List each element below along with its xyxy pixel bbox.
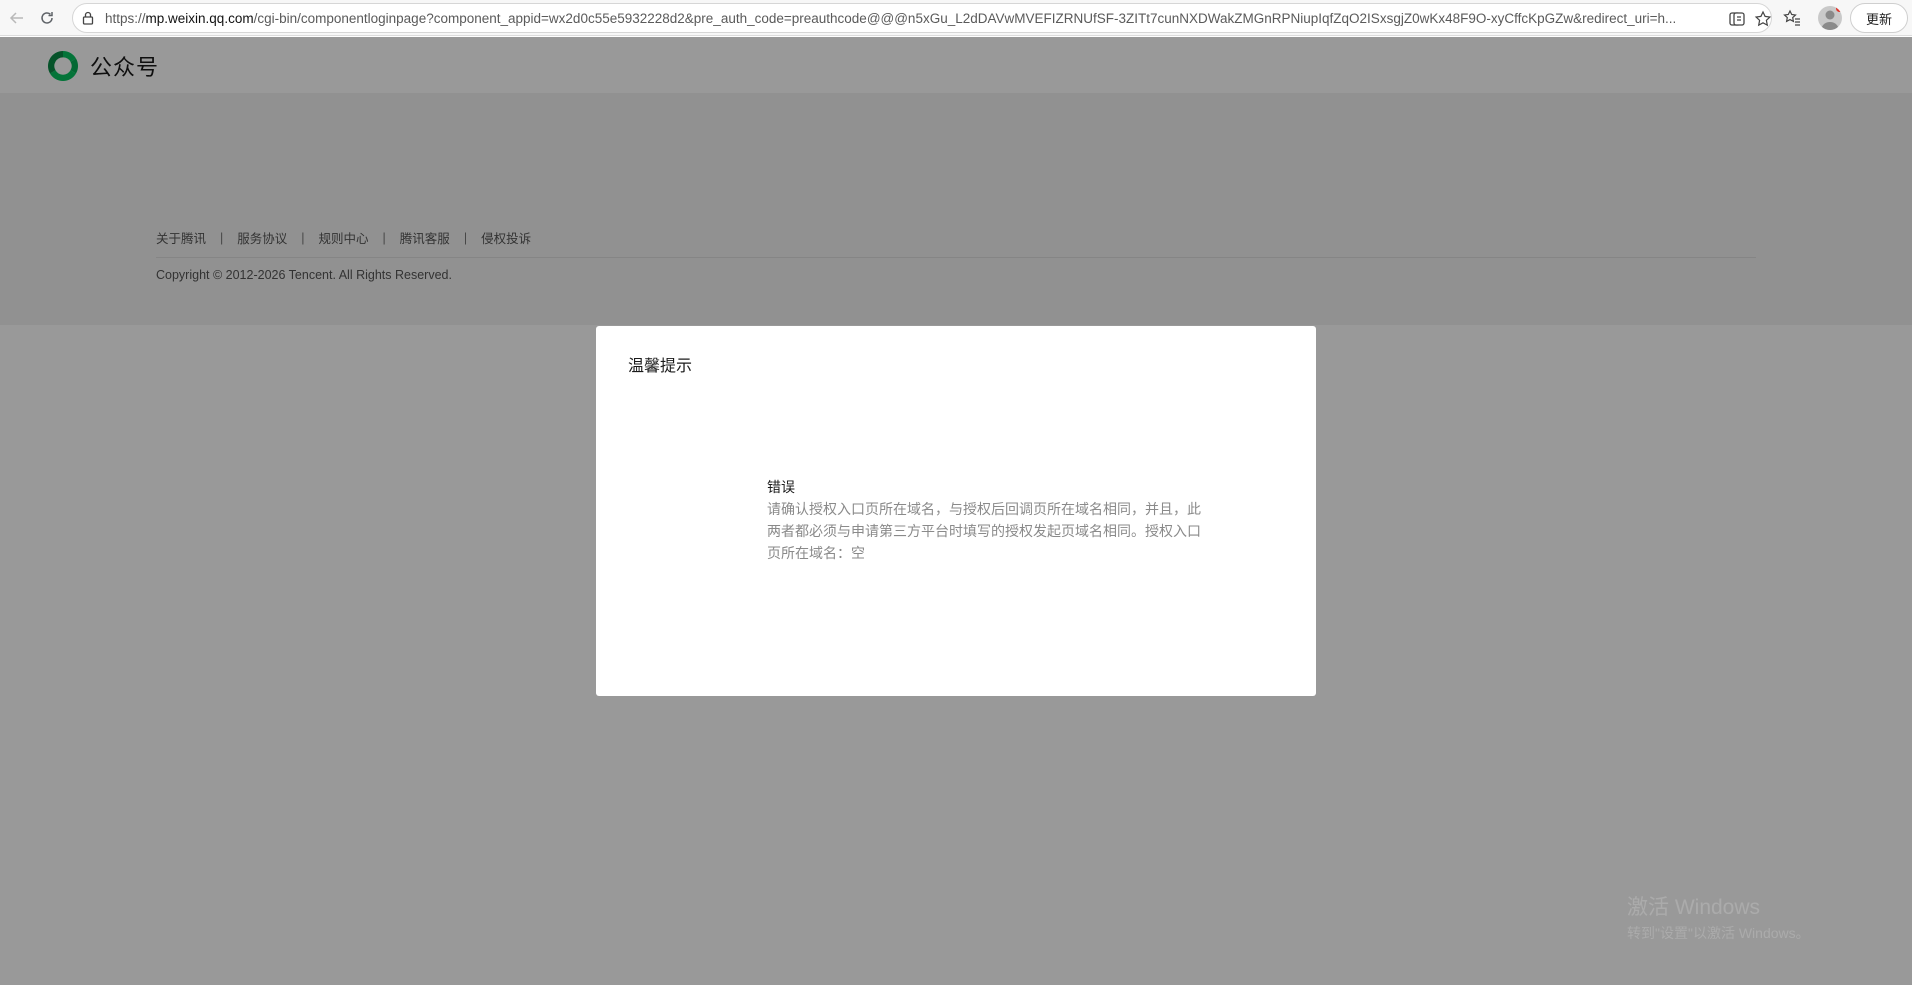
- url-scheme: https://: [105, 10, 146, 26]
- favorites-icon[interactable]: [1780, 6, 1804, 30]
- profile-avatar[interactable]: [1818, 6, 1842, 30]
- url-text[interactable]: https://mp.weixin.qq.com/cgi-bin/compone…: [105, 11, 1705, 26]
- lock-icon[interactable]: [81, 10, 97, 26]
- browser-toolbar: https://mp.weixin.qq.com/cgi-bin/compone…: [0, 0, 1912, 36]
- error-message: 请确认授权入口页所在域名，与授权后回调页所在域名相同，并且，此两者都必须与申请第…: [767, 501, 1201, 561]
- watermark-subtitle: 转到"设置"以激活 Windows。: [1627, 925, 1810, 941]
- watermark-title: 激活 Windows: [1627, 896, 1761, 919]
- update-button[interactable]: 更新: [1850, 3, 1908, 33]
- error-block: 错误 请确认授权入口页所在域名，与授权后回调页所在域名相同，并且，此两者都必须与…: [767, 476, 1207, 564]
- back-button[interactable]: [4, 5, 30, 31]
- warning-dialog: 温馨提示 错误 请确认授权入口页所在域名，与授权后回调页所在域名相同，并且，此两…: [596, 326, 1316, 696]
- url-path: /cgi-bin/componentloginpage?component_ap…: [253, 10, 1677, 26]
- dialog-title: 温馨提示: [628, 358, 693, 375]
- reader-view-icon[interactable]: [1727, 9, 1747, 29]
- address-bar[interactable]: https://mp.weixin.qq.com/cgi-bin/compone…: [72, 3, 1772, 33]
- error-title: 错误: [767, 479, 795, 495]
- windows-activation-watermark: 激活 Windows 转到"设置"以激活 Windows。: [1627, 891, 1810, 943]
- url-domain: mp.weixin.qq.com: [145, 10, 254, 26]
- arrow-left-icon: [9, 11, 23, 24]
- notification-dot: [1836, 6, 1842, 12]
- star-icon[interactable]: [1753, 9, 1773, 29]
- reload-button[interactable]: [34, 5, 60, 31]
- reload-icon: [41, 11, 53, 24]
